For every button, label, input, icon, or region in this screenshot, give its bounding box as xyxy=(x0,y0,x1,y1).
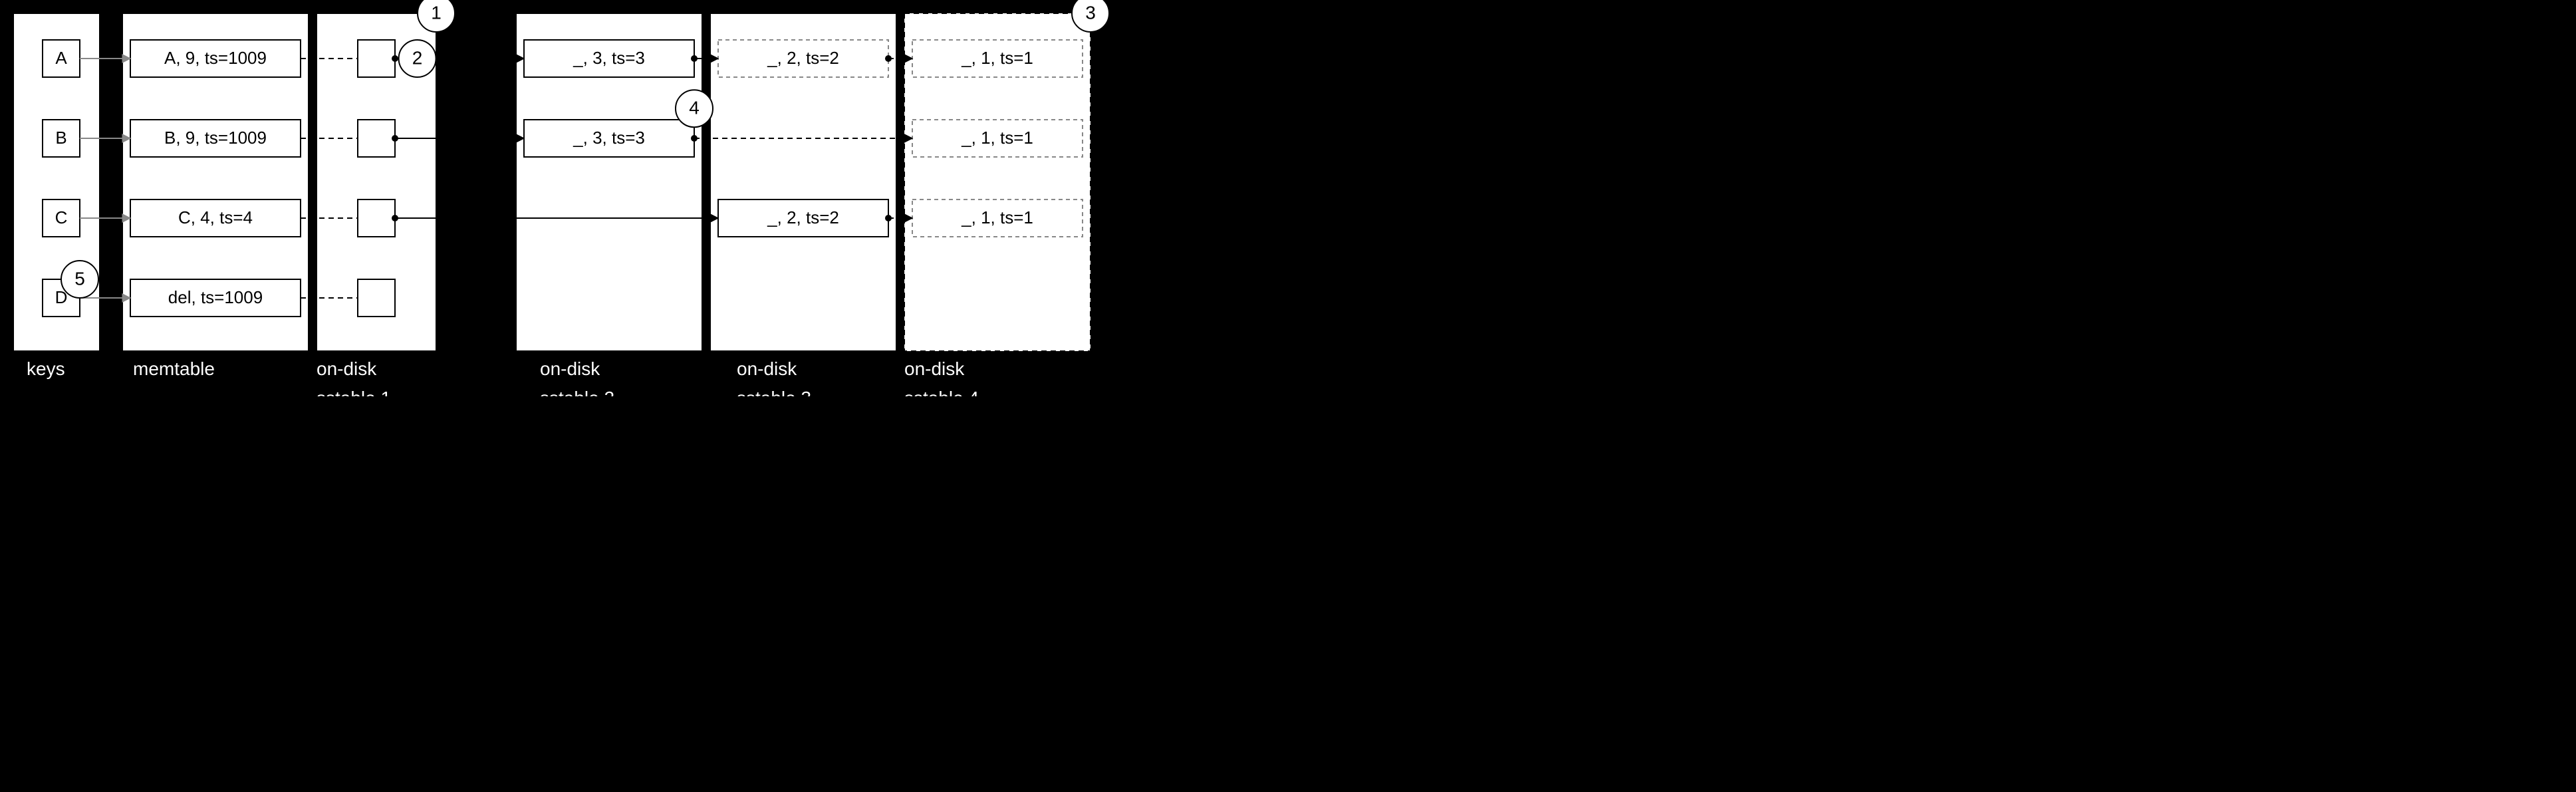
caption-sst3-line0: on-disk xyxy=(737,358,797,379)
caption-sst2-line0: on-disk xyxy=(540,358,600,379)
caption-sst2-line1: sstable 2 xyxy=(540,388,614,396)
caption-sst3-line1: sstable 3 xyxy=(737,388,811,396)
caption-sst4-line1: sstable 4 xyxy=(904,388,979,396)
cell-label-sst4-row2: _, 1, ts=1 xyxy=(961,207,1033,227)
lsm-diagram: A A, 9, ts=1009 _, 3, ts=3 _, 2, ts=2 _, 1, … xyxy=(0,0,1288,396)
cell-sst1-row2 xyxy=(358,199,395,237)
connector-dot xyxy=(691,55,698,62)
cell-label-memtable-row3: del, ts=1009 xyxy=(168,287,263,307)
badge-2-label: 2 xyxy=(412,47,423,68)
badge-1-label: 1 xyxy=(431,2,442,23)
cell-sst1-row3 xyxy=(358,279,395,317)
cell-label-keys-row0: A xyxy=(55,48,67,68)
cell-sst1-row1 xyxy=(358,120,395,157)
cell-label-sst2-row1: _, 3, ts=3 xyxy=(573,128,645,148)
cell-label-keys-row2: C xyxy=(55,207,68,227)
cell-label-memtable-row0: A, 9, ts=1009 xyxy=(164,48,267,68)
caption-sst4-line0: on-disk xyxy=(904,358,965,379)
connector-dot xyxy=(392,55,398,62)
connector-dot xyxy=(885,55,892,62)
cell-sst1-row0 xyxy=(358,40,395,77)
cell-label-memtable-row1: B, 9, ts=1009 xyxy=(164,128,267,148)
caption-sst1-line1: sstable 1 xyxy=(317,388,391,396)
connector-dot xyxy=(691,135,698,142)
connector-dot xyxy=(392,215,398,221)
cell-label-sst3-row0: _, 2, ts=2 xyxy=(767,48,839,68)
connector-dot xyxy=(885,215,892,221)
cell-label-sst4-row1: _, 1, ts=1 xyxy=(961,128,1033,148)
caption-sst1-line0: on-disk xyxy=(317,358,377,379)
cell-label-keys-row1: B xyxy=(55,128,66,148)
badge-5-label: 5 xyxy=(74,268,85,289)
cell-label-memtable-row2: C, 4, ts=4 xyxy=(178,207,253,227)
caption-keys-line0: keys xyxy=(27,358,65,379)
cell-label-sst3-row2: _, 2, ts=2 xyxy=(767,207,839,227)
cell-label-sst4-row0: _, 1, ts=1 xyxy=(961,48,1033,68)
badge-3-label: 3 xyxy=(1085,2,1096,23)
connector-dot xyxy=(392,135,398,142)
badge-4-label: 4 xyxy=(689,98,700,118)
caption-memtable-line0: memtable xyxy=(133,358,215,379)
cell-label-sst2-row0: _, 3, ts=3 xyxy=(573,48,645,68)
